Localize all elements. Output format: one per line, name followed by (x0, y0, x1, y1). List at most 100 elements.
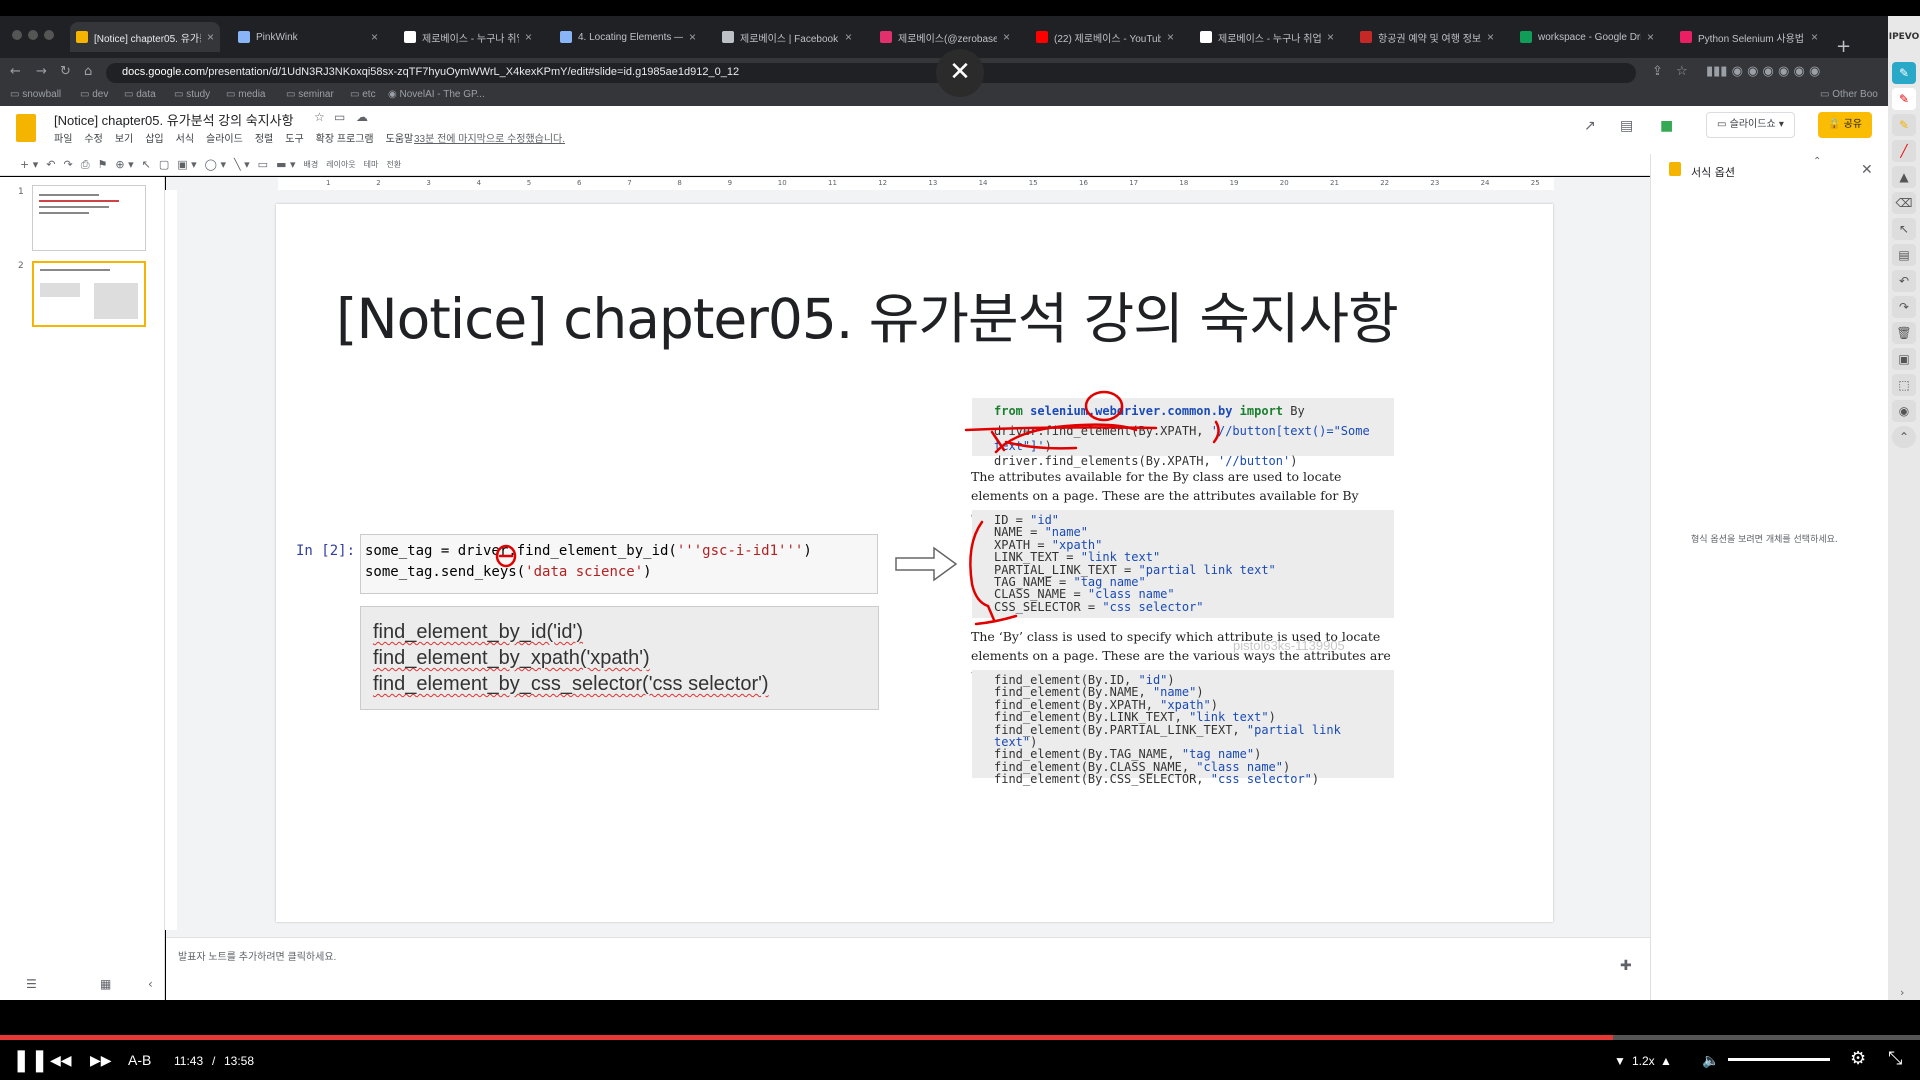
tab-close-icon[interactable]: × (525, 30, 532, 44)
browser-tab[interactable]: PinkWink × (232, 22, 384, 52)
home-icon[interactable]: ⌂ (84, 64, 92, 79)
expand-icon[interactable]: › (1900, 986, 1904, 999)
tab-close-icon[interactable]: × (1003, 30, 1010, 44)
line-tool-icon[interactable]: ╱ (1892, 140, 1916, 162)
format-panel-close-icon[interactable]: ✕ (1861, 162, 1873, 178)
url-field[interactable]: docs.google.com/presentation/d/1UdN3RJ3N… (106, 63, 1636, 83)
redo-annotation-icon[interactable]: ↷ (1892, 296, 1916, 318)
slides-logo[interactable] (16, 114, 36, 142)
bookmark-star-icon[interactable]: ☆ (1676, 64, 1688, 79)
move-folder-icon[interactable]: ▭ (334, 110, 345, 124)
window-close-dot[interactable] (12, 30, 22, 40)
shape-icon[interactable]: ◯ ▾ (205, 158, 226, 171)
grid-view-icon[interactable]: ▦ (100, 977, 111, 991)
toolbar-theme[interactable]: 테마 (364, 159, 379, 170)
forward-icon[interactable]: → (36, 64, 47, 79)
tab-close-icon[interactable]: × (1327, 30, 1334, 44)
window-minimize-dot[interactable] (28, 30, 38, 40)
select-icon[interactable]: ↖ (142, 158, 151, 171)
tab-close-icon[interactable]: × (1487, 30, 1494, 44)
explore-icon[interactable]: ✚ (1620, 958, 1632, 974)
tab-close-icon[interactable]: × (371, 30, 378, 44)
tab-close-icon[interactable]: × (1647, 30, 1654, 44)
speaker-notes[interactable]: 발표자 노트를 추가하려면 클릭하세요. ✚ (166, 937, 1650, 1000)
menu-item[interactable]: 정렬 (255, 130, 273, 145)
speaker-notes-placeholder[interactable]: 발표자 노트를 추가하려면 클릭하세요. (178, 948, 336, 963)
comment-icon[interactable]: ▭ (258, 158, 268, 171)
exit-fullscreen-icon[interactable]: ⤡ (1888, 1048, 1902, 1069)
eraser-icon[interactable]: ⌫ (1892, 192, 1916, 214)
slideshow-button[interactable]: ▭ 슬라이드쇼 ▾ (1706, 112, 1795, 138)
screen-capture-icon[interactable]: ▣ (1892, 348, 1916, 370)
extensions-icon[interactable]: ▮▮▮ ◉ ◉ ◉ ◉ ◉ ◉ (1706, 64, 1820, 79)
zoom-icon[interactable]: ⊕ ▾ (115, 158, 133, 171)
bookmark-item[interactable]: ◉ NovelAI - The GP... (388, 89, 485, 100)
toolbar-transition[interactable]: 전환 (386, 159, 401, 170)
menu-item[interactable]: 확장 프로그램 (316, 130, 374, 145)
browser-tab[interactable]: 4. Locating Elements — S × (554, 22, 702, 52)
activity-icon[interactable]: ↗ (1584, 118, 1596, 134)
redo-icon[interactable]: ↷ (63, 158, 72, 171)
menu-item[interactable]: 보기 (115, 130, 133, 145)
slide[interactable]: [Notice] chapter05. 유가분석 강의 숙지사항 from se… (276, 204, 1553, 922)
seek-bar[interactable] (0, 1035, 1920, 1040)
bookmark-item[interactable]: ▭ seminar (286, 89, 334, 100)
red-pen-icon[interactable]: ✎ (1892, 88, 1916, 110)
star-icon[interactable]: ☆ (314, 110, 325, 124)
undo-icon[interactable]: ↶ (46, 158, 55, 171)
menu-item[interactable]: 서식 (176, 130, 194, 145)
slide-thumbnail-1[interactable] (32, 185, 146, 251)
list-view-icon[interactable]: ☰ (26, 977, 37, 991)
overlay-close-button[interactable]: ✕ (936, 49, 984, 97)
meet-icon[interactable]: ■ (1660, 118, 1673, 134)
toolbar-layout[interactable]: 레이아웃 (326, 159, 355, 170)
rewind-icon[interactable]: ◀◀ (50, 1052, 72, 1069)
volume-icon[interactable]: 🔈 (1702, 1052, 1719, 1069)
browser-tab[interactable]: 항공권 예약 및 여행 정보 | 대한 × (1354, 22, 1500, 52)
last-edit-link[interactable]: 33분 전에 마지막으로 수정했습니다. (414, 130, 565, 145)
collapse-pane-icon[interactable]: ‹ (148, 977, 153, 991)
bookmark-item[interactable]: ▭ data (124, 89, 156, 100)
print-icon[interactable]: ⎙ (81, 158, 90, 172)
line-icon[interactable]: ╲ ▾ (234, 158, 250, 171)
board-icon[interactable]: ▤ (1892, 244, 1916, 266)
background-color-icon[interactable]: ▬ ▾ (276, 158, 295, 171)
tab-close-icon[interactable]: × (689, 30, 696, 44)
pointer-icon[interactable]: ↖ (1892, 218, 1916, 240)
share-button[interactable]: 🔒 공유 (1818, 112, 1872, 138)
speed-down-icon[interactable]: ▼ (1614, 1054, 1626, 1068)
highlighter-icon[interactable]: ✎ (1892, 114, 1916, 136)
new-tab-button[interactable]: + (1836, 36, 1851, 57)
document-title[interactable]: [Notice] chapter05. 유가분석 강의 숙지사항 (54, 110, 294, 129)
browser-tab[interactable]: 제로베이스 - 누구나 취업하는 × (1194, 22, 1340, 52)
region-capture-icon[interactable]: ⬚ (1892, 374, 1916, 396)
collapse-toolbar-icon[interactable]: ⌃ (1813, 156, 1821, 167)
share-page-icon[interactable]: ⇪ (1652, 64, 1663, 79)
trash-icon[interactable]: 🗑 (1892, 322, 1916, 344)
textbox-icon[interactable]: ▢ (159, 158, 169, 171)
settings-gear-icon[interactable]: ⚙ (1850, 1048, 1866, 1069)
browser-tab[interactable]: Python Selenium 사용법 [P × (1674, 22, 1824, 52)
reload-icon[interactable]: ↻ (60, 64, 71, 79)
browser-tab[interactable]: 제로베이스(@zerobase.offi × (874, 22, 1016, 52)
toolbar-background[interactable]: 배경 (303, 159, 318, 170)
tab-close-icon[interactable]: × (845, 30, 852, 44)
bookmark-item[interactable]: ▭ media (226, 89, 265, 100)
slide-thumbnail-2[interactable] (32, 261, 146, 327)
tab-close-icon[interactable]: × (1167, 30, 1174, 44)
fast-forward-icon[interactable]: ▶▶ (90, 1052, 112, 1069)
pause-icon[interactable]: ❚❚ (12, 1048, 49, 1073)
collapse-ipevo-icon[interactable]: ⌃ (1892, 426, 1916, 448)
ab-repeat-button[interactable]: A-B (128, 1052, 151, 1068)
comments-icon[interactable]: ▤ (1620, 118, 1633, 134)
add-slide-icon[interactable]: + ▾ (20, 158, 38, 171)
back-icon[interactable]: ← (10, 64, 21, 79)
browser-tab[interactable]: (22) 제로베이스 - YouTube × (1030, 22, 1180, 52)
menu-item[interactable]: 도움말 (386, 130, 414, 145)
browser-tab[interactable]: [Notice] chapter05. 유가분 × (70, 22, 220, 52)
bookmark-item[interactable]: ▭ etc (350, 89, 376, 100)
menu-item[interactable]: 수정 (84, 130, 102, 145)
bookmark-item[interactable]: ▭ snowball (10, 89, 61, 100)
menu-item[interactable]: 삽입 (145, 130, 163, 145)
stamp-icon[interactable]: ▲ (1892, 166, 1916, 188)
